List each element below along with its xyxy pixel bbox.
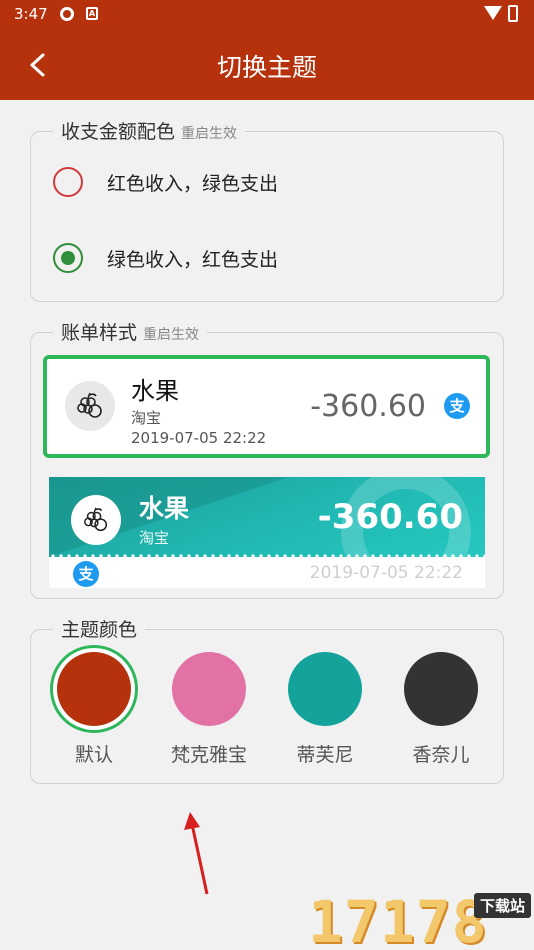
sync-icon xyxy=(60,7,74,21)
status-bar: 3:47 A xyxy=(0,0,534,28)
theme-label: 蒂芙尼 xyxy=(296,744,354,766)
bill-source: 淘宝 xyxy=(139,529,170,547)
annotation-arrow-icon xyxy=(184,812,209,895)
amount-color-legend: 收支金额配色 重启生效 xyxy=(53,117,246,144)
radio-option-red-income[interactable]: 红色收入，绿色支出 xyxy=(53,167,278,197)
bill-date: 2019-07-05 22:22 xyxy=(309,563,463,583)
watermark-logo: 17178 xyxy=(308,888,488,950)
a-notification-icon: A xyxy=(86,7,98,20)
bill-style-option-ticket[interactable]: 水果 淘宝 -360.60 支 2019-07-05 22:22 xyxy=(49,477,485,588)
theme-swatch[interactable] xyxy=(57,652,131,726)
status-time: 3:47 xyxy=(14,5,48,23)
theme-swatch[interactable] xyxy=(288,652,362,726)
bill-style-option-classic[interactable]: 水果 淘宝 2019-07-05 22:22 -360.60 支 xyxy=(43,355,490,458)
ticket-perforation xyxy=(49,554,485,558)
app-toolbar: 切换主题 xyxy=(0,28,534,100)
bill-date: 2019-07-05 22:22 xyxy=(131,429,267,447)
bill-style-group: 账单样式 重启生效 水果 淘宝 2019-07-05 22:22 -360.60 … xyxy=(30,318,504,599)
radio-unchecked-icon[interactable] xyxy=(53,167,83,197)
theme-option-default[interactable]: 默认 xyxy=(44,652,144,767)
wifi-icon xyxy=(484,6,502,20)
amount-color-group: 收支金额配色 重启生效 红色收入，绿色支出 绿色收入，红色支出 xyxy=(30,117,504,302)
amount-color-title: 收支金额配色 xyxy=(61,121,176,143)
bill-amount: -360.60 xyxy=(317,497,463,537)
radio-option-green-income[interactable]: 绿色收入，红色支出 xyxy=(53,243,278,273)
theme-color-legend: 主题颜色 xyxy=(53,615,146,642)
battery-icon xyxy=(508,5,518,22)
bill-style-hint: 重启生效 xyxy=(143,327,200,343)
theme-swatch[interactable] xyxy=(172,652,246,726)
radio-checked-icon[interactable] xyxy=(53,243,83,273)
bill-category: 水果 xyxy=(131,377,179,405)
theme-option-vca[interactable]: 梵克雅宝 xyxy=(159,652,259,767)
radio-label: 红色收入，绿色支出 xyxy=(107,172,279,195)
theme-label: 默认 xyxy=(74,744,113,766)
theme-label: 梵克雅宝 xyxy=(170,744,247,766)
bill-style-title: 账单样式 xyxy=(61,322,138,344)
bill-category: 水果 xyxy=(139,494,190,523)
alipay-icon: 支 xyxy=(444,393,470,419)
page-title: 切换主题 xyxy=(216,53,317,82)
radio-label: 绿色收入，红色支出 xyxy=(107,248,279,271)
theme-swatch[interactable] xyxy=(404,652,478,726)
alipay-icon: 支 xyxy=(73,561,99,587)
theme-color-group: 主题颜色 默认 梵克雅宝 蒂芙尼 香奈儿 xyxy=(30,615,504,784)
watermark-tag: 下载站 xyxy=(474,893,532,918)
amount-color-hint: 重启生效 xyxy=(181,126,238,142)
fruit-icon xyxy=(65,381,115,431)
theme-label: 香奈儿 xyxy=(412,744,470,766)
theme-color-title: 主题颜色 xyxy=(61,619,138,641)
bill-source: 淘宝 xyxy=(131,409,162,427)
bill-amount: -360.60 xyxy=(310,389,426,424)
bill-style-legend: 账单样式 重启生效 xyxy=(53,318,208,345)
fruit-icon xyxy=(71,495,121,545)
theme-option-chanel[interactable]: 香奈儿 xyxy=(391,652,491,767)
theme-option-tiffany[interactable]: 蒂芙尼 xyxy=(275,652,375,767)
